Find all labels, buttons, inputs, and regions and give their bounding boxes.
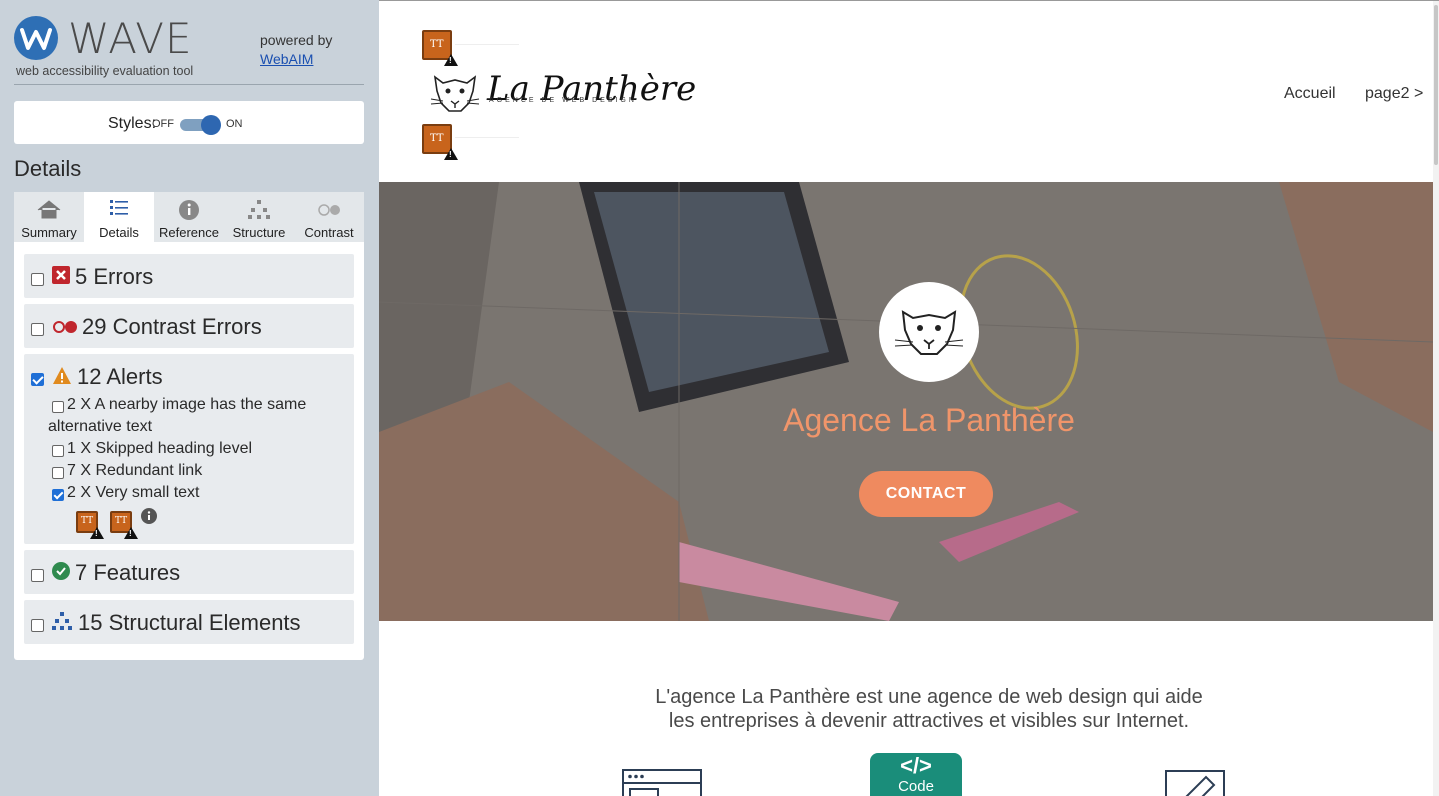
- tab-details[interactable]: Details: [84, 192, 154, 242]
- code-icon: </>: [900, 753, 932, 778]
- contrast-error-icon: [53, 321, 77, 333]
- tab-bar: Summary Details Reference Structure Cont…: [14, 192, 364, 242]
- design-tool-icon: [1165, 770, 1225, 796]
- divider: [14, 84, 364, 85]
- details-panel: Summary Details Reference Structure Cont…: [14, 192, 364, 660]
- contrast-errors-checkbox[interactable]: [31, 323, 44, 336]
- alert-very-small-text[interactable]: 2 X Very small text: [67, 482, 200, 504]
- contact-button[interactable]: CONTACT: [859, 471, 993, 517]
- tab-label: Contrast: [304, 225, 354, 240]
- styles-on-label: ON: [226, 118, 243, 130]
- features-label: 7 Features: [75, 560, 181, 585]
- info-icon: [179, 200, 199, 220]
- alerts-section[interactable]: 12 Alerts 2 X A nearby image has the sam…: [24, 354, 354, 544]
- alert-skipped-heading[interactable]: 1 X Skipped heading level: [67, 438, 252, 460]
- list-icon: [110, 200, 128, 215]
- details-heading: Details: [14, 156, 82, 181]
- alert-icon: [53, 367, 71, 384]
- alert-skipped-heading-checkbox[interactable]: [52, 445, 64, 457]
- warning-icon: [444, 54, 458, 66]
- errors-section[interactable]: 5 Errors: [24, 254, 354, 298]
- code-badge-label: Code: [898, 778, 934, 795]
- site-logo-tagline: AGENCE DE WEB DESIGN: [489, 97, 637, 104]
- tt-text: TT: [430, 39, 444, 50]
- tab-contrast[interactable]: Contrast: [294, 192, 364, 242]
- warning-icon: [124, 527, 138, 539]
- alert-nearby-image[interactable]: 2 X A nearby image has the same: [67, 394, 306, 416]
- nav-page2[interactable]: page2 >: [1365, 85, 1423, 103]
- wave-subtitle: web accessibility evaluation tool: [16, 64, 194, 78]
- divider: [455, 137, 519, 138]
- panther-icon: [894, 310, 964, 355]
- structure-icon: [248, 200, 270, 219]
- structural-elements-label: 15 Structural Elements: [78, 610, 301, 635]
- info-icon[interactable]: [141, 508, 157, 524]
- alert-redundant-link[interactable]: 7 X Redundant link: [67, 460, 202, 482]
- styles-toggle-box: Styles: OFF ON: [14, 101, 364, 144]
- alert-nearby-image-checkbox[interactable]: [52, 401, 64, 413]
- wave-logo-icon: [14, 16, 58, 60]
- alert-very-small-text-checkbox[interactable]: [52, 489, 64, 501]
- webaim-link[interactable]: WebAIM: [260, 50, 332, 69]
- very-small-text-icon[interactable]: TT: [76, 511, 104, 539]
- errors-label: 5 Errors: [75, 264, 154, 289]
- wave-title: WAVE: [68, 14, 193, 63]
- divider: [455, 44, 519, 45]
- wave-sidebar: WAVE web accessibility evaluation tool p…: [0, 0, 379, 796]
- very-small-text-icon[interactable]: TT: [422, 124, 458, 160]
- hero-banner: Agence La Panthère CONTACT: [379, 182, 1433, 621]
- browser-window-icon: [622, 769, 702, 796]
- intro-line-1: L'agence La Panthère est une agence de w…: [655, 686, 1203, 708]
- styles-label: Styles:: [108, 115, 157, 132]
- alerts-checkbox[interactable]: [31, 373, 44, 386]
- structure-icon: [52, 612, 72, 630]
- tab-reference[interactable]: Reference: [154, 192, 224, 242]
- alerts-label: 12 Alerts: [77, 364, 163, 389]
- powered-by: powered by WebAIM: [260, 31, 332, 69]
- scrollbar[interactable]: [1433, 1, 1439, 796]
- feature-icon: [52, 562, 70, 580]
- nav-accueil[interactable]: Accueil: [1284, 85, 1336, 103]
- tab-label: Reference: [159, 225, 219, 240]
- styles-toggle-knob[interactable]: [201, 115, 221, 135]
- contrast-errors-section[interactable]: 29 Contrast Errors: [24, 304, 354, 348]
- error-icon: [52, 266, 70, 284]
- hero-title: Agence La Panthère: [783, 402, 1075, 438]
- tab-summary[interactable]: Summary: [14, 192, 84, 242]
- panther-logo-icon: [430, 75, 480, 112]
- tab-label: Details: [99, 225, 139, 240]
- alert-nearby-image-line2[interactable]: alternative text: [48, 416, 152, 438]
- warning-icon: [444, 148, 458, 160]
- contrast-errors-label: 29 Contrast Errors: [82, 314, 262, 339]
- home-icon: [37, 200, 61, 219]
- contrast-icon: [318, 204, 340, 216]
- tab-label: Summary: [21, 225, 77, 240]
- structural-elements-section[interactable]: 15 Structural Elements: [24, 600, 354, 644]
- styles-off-label: OFF: [152, 118, 174, 130]
- tab-label: Structure: [232, 225, 286, 240]
- errors-checkbox[interactable]: [31, 273, 44, 286]
- tt-text: TT: [430, 133, 444, 144]
- intro-text: L'agence La Panthère est une agence de w…: [379, 685, 1439, 733]
- code-badge: </> Code: [870, 753, 962, 796]
- structural-elements-checkbox[interactable]: [31, 619, 44, 632]
- powered-by-label: powered by: [260, 32, 333, 48]
- features-section[interactable]: 7 Features: [24, 550, 354, 594]
- features-checkbox[interactable]: [31, 569, 44, 582]
- warning-icon: [90, 527, 104, 539]
- very-small-text-icon[interactable]: TT: [110, 511, 138, 539]
- very-small-text-icon[interactable]: TT: [422, 30, 458, 66]
- tt-text: TT: [81, 516, 94, 526]
- alert-redundant-link-checkbox[interactable]: [52, 467, 64, 479]
- tt-text: TT: [115, 516, 128, 526]
- website-preview: TT La Panthère AGENCE DE WEB DESIGN TT A…: [379, 0, 1439, 796]
- hero-panther-badge: [879, 282, 979, 382]
- tab-structure[interactable]: Structure: [224, 192, 294, 242]
- intro-line-2: les entreprises à devenir attractives et…: [668, 710, 1190, 732]
